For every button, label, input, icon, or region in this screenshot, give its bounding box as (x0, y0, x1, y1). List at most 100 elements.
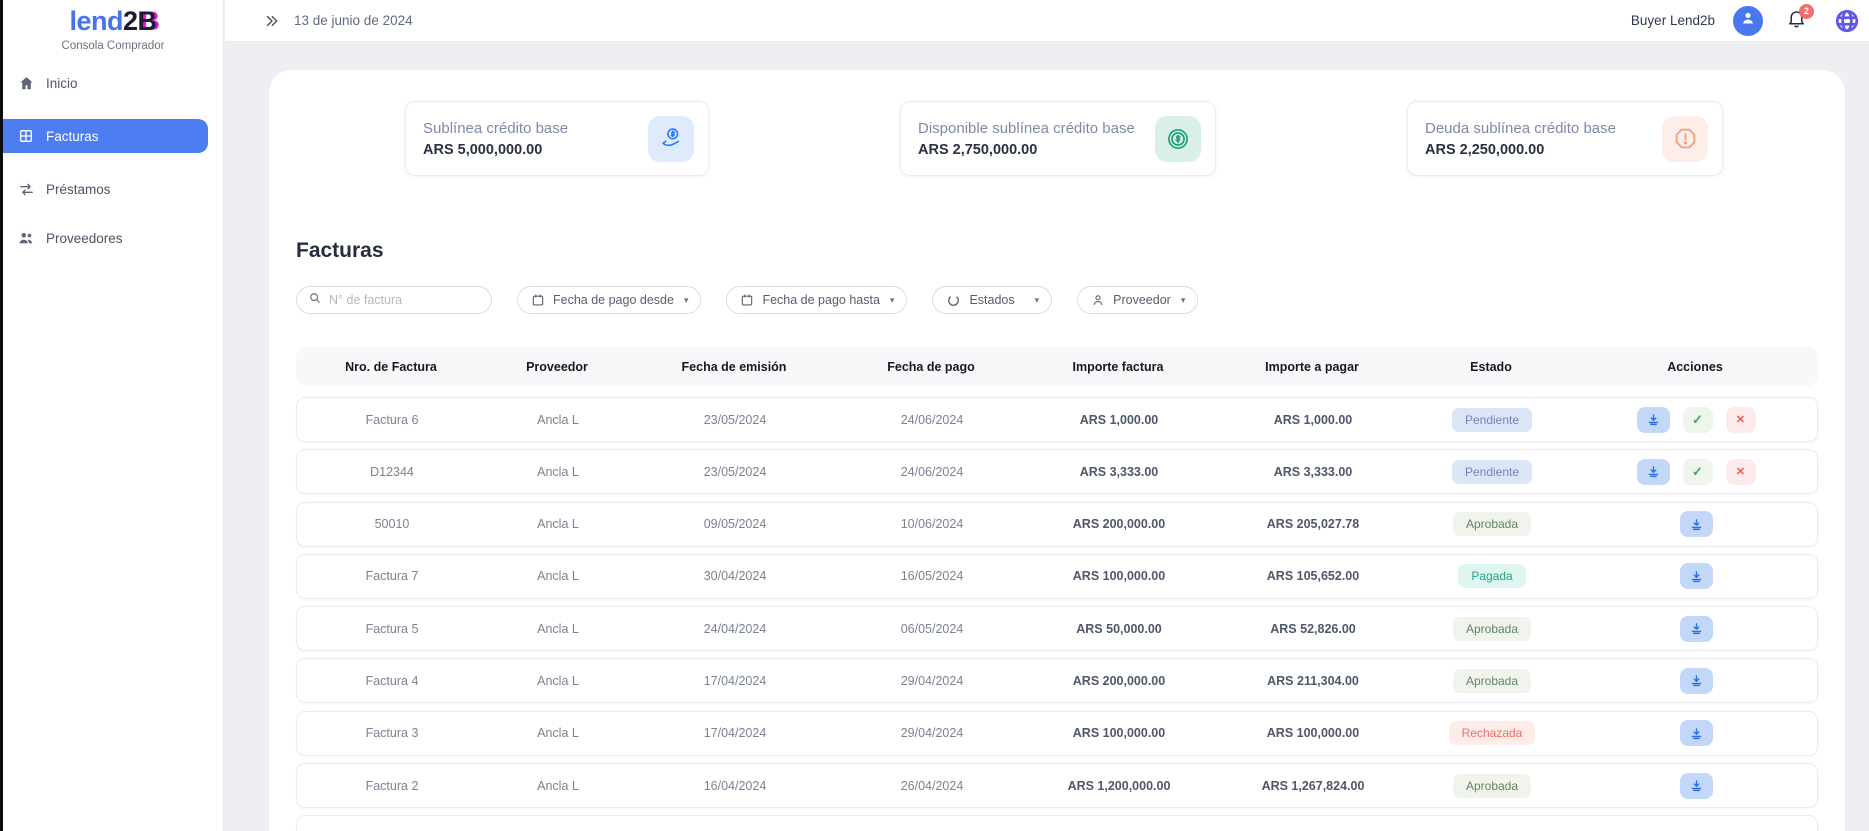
chevron-down-icon: ▾ (1035, 295, 1040, 306)
table-row-partial (296, 815, 1818, 831)
table-row: 50010 Ancla L 09/05/2024 10/06/2024 ARS … (296, 502, 1818, 547)
status-badge: Aprobada (1453, 669, 1531, 693)
stat-card-deuda: Deuda sublínea crédito base ARS 2,250,00… (1407, 101, 1723, 176)
invoice-amount: ARS 200,000.00 (1023, 674, 1215, 688)
table-row: Factura 3 Ancla L 17/04/2024 29/04/2024 … (296, 711, 1818, 756)
row-actions (1573, 511, 1819, 537)
column-header: Fecha de emisión (628, 360, 840, 374)
invoice-due-date: 29/04/2024 (841, 726, 1023, 740)
download-invoice-button[interactable] (1680, 511, 1713, 537)
invoice-number: Factura 5 (297, 622, 487, 636)
invoice-issue-date: 30/04/2024 (629, 569, 841, 583)
invoice-payable: ARS 211,304.00 (1215, 674, 1411, 688)
calendar-icon (531, 293, 545, 307)
download-invoice-button[interactable] (1637, 459, 1670, 485)
sidebar-item-inicio[interactable]: Inicio (3, 70, 223, 96)
invoice-payable: ARS 100,000.00 (1215, 726, 1411, 740)
table-row: Factura 7 Ancla L 30/04/2024 16/05/2024 … (296, 554, 1818, 599)
column-header: Nro. de Factura (296, 360, 486, 374)
invoice-payable: ARS 1,267,824.00 (1215, 779, 1411, 793)
invoice-amount: ARS 200,000.00 (1023, 517, 1215, 531)
invoice-issue-date: 16/04/2024 (629, 779, 841, 793)
table-row: Factura 5 Ancla L 24/04/2024 06/05/2024 … (296, 606, 1818, 651)
invoice-issue-date: 23/05/2024 (629, 465, 841, 479)
status-badge: Pagada (1458, 564, 1525, 588)
invoice-due-date: 26/04/2024 (841, 779, 1023, 793)
invoice-due-date: 10/06/2024 (841, 517, 1023, 531)
table-row: Factura 6 Ancla L 23/05/2024 24/06/2024 … (296, 397, 1818, 442)
stat-title: Deuda sublínea crédito base (1425, 120, 1662, 137)
reject-invoice-button[interactable]: ✕ (1726, 459, 1756, 485)
reject-invoice-button[interactable]: ✕ (1726, 407, 1756, 433)
home-icon (17, 74, 35, 92)
stat-value: ARS 5,000,000.00 (423, 142, 648, 158)
person-icon (1091, 293, 1105, 307)
topbar: 13 de junio de 2024 Buyer Lend2b 2 (225, 0, 1869, 42)
status-badge: Aprobada (1453, 617, 1531, 641)
sidebar-item-prestamos[interactable]: Préstamos (3, 176, 223, 202)
filter-date-to-button[interactable]: Fecha de pago hasta ▾ (726, 286, 907, 314)
status-badge: Pendiente (1452, 460, 1532, 484)
filter-date-from-button[interactable]: Fecha de pago desde ▾ (517, 286, 701, 314)
invoice-due-date: 29/04/2024 (841, 674, 1023, 688)
status-badge: Aprobada (1453, 774, 1531, 798)
approve-invoice-button[interactable]: ✓ (1683, 407, 1713, 433)
double-chevron-icon[interactable] (262, 11, 282, 31)
sidebar-nav: Inicio Facturas Préstamos Proveedores (3, 70, 223, 251)
app-tagline: Consola Comprador (3, 40, 223, 52)
download-invoice-button[interactable] (1680, 616, 1713, 642)
alert-octagon-icon (1662, 116, 1708, 162)
invoice-due-date: 06/05/2024 (841, 622, 1023, 636)
sidebar-item-facturas[interactable]: Facturas (3, 119, 208, 153)
invoice-issue-date: 24/04/2024 (629, 622, 841, 636)
table-row: Factura 2 Ancla L 16/04/2024 26/04/2024 … (296, 763, 1818, 808)
invoice-provider: Ancla L (487, 779, 629, 793)
people-icon (17, 229, 35, 247)
download-invoice-button[interactable] (1680, 563, 1713, 589)
globe-icon[interactable] (1833, 7, 1861, 35)
approve-invoice-button[interactable]: ✓ (1683, 459, 1713, 485)
invoices-table: Nro. de Factura Proveedor Fecha de emisi… (296, 347, 1818, 831)
search-input[interactable] (329, 293, 481, 307)
search-icon (308, 291, 322, 310)
sidebar-item-label: Préstamos (46, 182, 111, 197)
invoice-amount: ARS 100,000.00 (1023, 726, 1215, 740)
download-invoice-button[interactable] (1680, 720, 1713, 746)
notifications-button[interactable]: 2 (1783, 8, 1809, 34)
sidebar: lend2B Consola Comprador Inicio Facturas… (3, 0, 224, 831)
download-invoice-button[interactable] (1680, 773, 1713, 799)
invoice-due-date: 16/05/2024 (841, 569, 1023, 583)
sidebar-item-proveedores[interactable]: Proveedores (3, 225, 223, 251)
invoice-payable: ARS 1,000.00 (1215, 413, 1411, 427)
page-title: Facturas (296, 239, 1818, 263)
stat-value: ARS 2,250,000.00 (1425, 142, 1662, 158)
current-date: 13 de junio de 2024 (294, 13, 413, 28)
filter-provider-button[interactable]: Proveedor ▾ (1077, 286, 1198, 314)
invoice-provider: Ancla L (487, 569, 629, 583)
invoice-number: D12344 (297, 465, 487, 479)
table-header: Nro. de Factura Proveedor Fecha de emisi… (296, 347, 1818, 386)
download-invoice-button[interactable] (1680, 668, 1713, 694)
invoice-issue-date: 17/04/2024 (629, 726, 841, 740)
app-logo: lend2B (3, 6, 223, 37)
filter-states-button[interactable]: Estados ▾ (932, 286, 1052, 314)
invoice-amount: ARS 3,333.00 (1023, 465, 1215, 479)
download-invoice-button[interactable] (1637, 407, 1670, 433)
invoice-issue-date: 09/05/2024 (629, 517, 841, 531)
avatar[interactable] (1733, 6, 1763, 36)
column-header: Importe factura (1022, 360, 1214, 374)
column-header: Estado (1410, 360, 1572, 374)
status-circle-icon (946, 293, 961, 308)
invoice-provider: Ancla L (487, 674, 629, 688)
row-actions: ✓ ✕ (1573, 459, 1819, 485)
logo-text-b: B (138, 6, 157, 36)
invoice-payable: ARS 205,027.78 (1215, 517, 1411, 531)
invoice-search (296, 286, 492, 314)
grid-icon (17, 127, 35, 145)
invoice-number: Factura 4 (297, 674, 487, 688)
row-actions (1573, 720, 1819, 746)
stat-value: ARS 2,750,000.00 (918, 142, 1155, 158)
swap-arrows-icon (17, 180, 35, 198)
invoice-number: Factura 3 (297, 726, 487, 740)
status-badge: Aprobada (1453, 512, 1531, 536)
